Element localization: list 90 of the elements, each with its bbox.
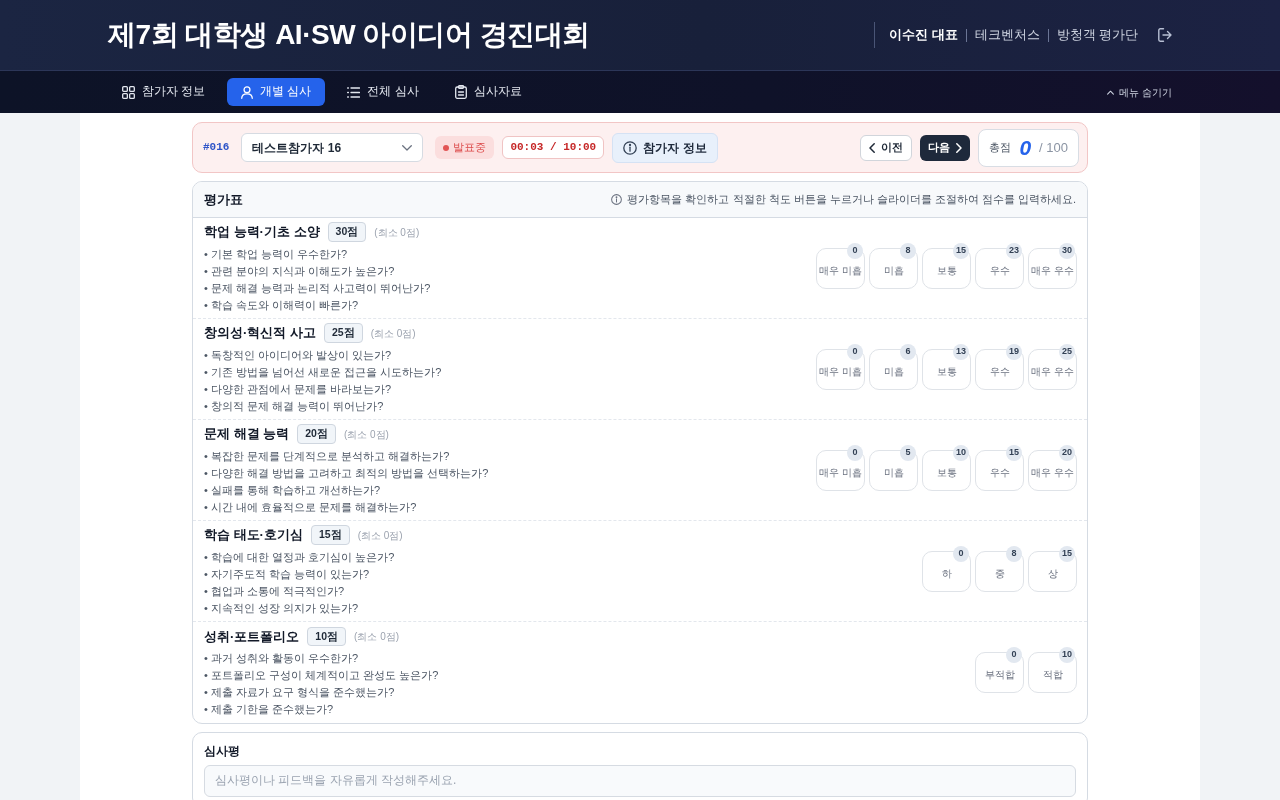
total-label: 총점 [989,140,1012,156]
company-name: 테크벤처스 [965,28,1048,42]
evaluation-hint: 평가항목을 확인하고 적절한 척도 버튼을 누르거나 슬라이더를 조절하여 점수를 입력하세요. [627,192,1076,208]
chevron-left-icon [869,142,876,153]
criterion-title: 문제 해결 능력 [204,425,290,444]
next-button[interactable]: 다음 [920,134,971,161]
minimum-score: (최소 0점) [374,225,420,240]
criterion-question: • 다양한 해결 방법을 고려하고 최적의 방법을 선택하는가? [204,465,489,481]
points-tag: 25점 [323,323,363,343]
logout-icon[interactable] [1158,28,1172,42]
person-icon [241,85,254,99]
criterion-question: • 제출 기한을 준수했는가? [204,702,335,718]
chevron-right-icon [956,142,963,153]
criterion-question: • 창의적 문제 해결 능력이 뛰어난가? [204,398,385,414]
criterion-title: 성취·포트폴리오 [204,627,300,646]
score-value-badge: 5 [900,444,916,461]
clipboard-icon [454,85,467,99]
score-value-badge: 30 [1059,242,1075,259]
score-value-badge: 10 [953,444,969,461]
nav-tab[interactable]: 참가자 정보 [108,78,220,106]
total-score: 0 [1019,137,1032,158]
criterion-question: • 포트폴리오 구성이 체계적이고 완성도 높은가? [204,668,439,684]
score-value-badge: 20 [1059,444,1075,461]
criterion-question: • 다양한 관점에서 문제를 바라보는가? [204,381,393,397]
review-textarea[interactable]: 심사평이나 피드백을 자유롭게 작성해주세요. [204,765,1076,797]
score-value-badge: 0 [953,545,969,562]
score-value-badge: 8 [1006,545,1022,562]
score-value-badge: 0 [847,444,863,461]
score-value-badge: 6 [900,343,916,360]
score-value-badge: 10 [1059,647,1075,663]
criterion-question: • 독창적인 아이디어와 발상이 있는가? [204,347,393,363]
minimum-score: (최소 0점) [370,326,416,341]
points-tag: 20점 [297,424,336,444]
score-value-badge: 0 [847,242,863,259]
criterion-question: • 지속적인 성장 의지가 있는가? [204,600,360,616]
criterion-question: • 관련 분야의 지식과 이해도가 높은가? [204,263,396,279]
criterion-question: • 시간 내에 효율적으로 문제를 해결하는가? [204,499,418,515]
info-icon [623,140,638,155]
criterion-title: 학습 태도·호기심 [204,526,303,545]
page-title: 제7회 대학생 AI·SW 아이디어 경진대회 [108,18,590,52]
criterion-title: 창의성·혁신적 사고 [204,324,316,343]
nav-tab[interactable]: 전체 심사 [333,78,433,106]
nav-tab[interactable]: 심사자료 [440,78,536,106]
score-value-badge: 19 [1006,343,1022,360]
previous-button[interactable]: 이전 [860,134,913,161]
info-icon [611,194,623,205]
evaluation-title: 평가표 [204,190,243,209]
score-value-badge: 0 [1006,647,1022,663]
score-value-badge: 25 [1059,343,1075,360]
user-role: 방청객 평가단 [1047,28,1146,42]
minimum-score: (최소 0점) [343,427,389,442]
score-value-badge: 15 [1006,444,1022,461]
score-value-badge: 13 [953,343,969,360]
criterion-question: • 기존 방법을 넘어선 새로운 접근을 시도하는가? [204,364,442,380]
chevron-down-icon [402,144,413,151]
criterion-question: • 자기주도적 학습 능력이 있는가? [204,566,371,582]
participant-number: #016 [203,140,230,156]
criterion-question: • 제출 자료가 요구 형식을 준수했는가? [204,685,396,701]
criterion-question: • 기본 학업 능력이 우수한가? [204,246,349,262]
participant-info-button[interactable]: 참가자 정보 [612,132,718,163]
criterion-question: • 문제 해결 능력과 논리적 사고력이 뛰어난가? [204,280,431,296]
grid-icon [122,85,135,99]
criterion-question: • 학습 속도와 이해력이 빠른가? [204,297,360,313]
points-tag: 15점 [310,525,350,545]
nav-tab[interactable]: 개별 심사 [227,78,326,106]
caret-up-icon [1107,89,1115,95]
score-value-badge: 15 [1059,545,1075,562]
hide-menu-button[interactable]: 메뉴 숨기기 [1107,84,1172,100]
list-icon [347,86,361,98]
minimum-score: (최소 0점) [354,630,400,644]
minimum-score: (최소 0점) [357,528,403,543]
criterion-question: • 과거 성취와 활동이 우수한가? [204,651,360,667]
points-tag: 30점 [327,222,367,242]
points-tag: 10점 [307,626,347,647]
criterion-question: • 복잡한 문제를 단계적으로 분석하고 해결하는가? [204,448,451,464]
score-value-badge: 15 [953,242,969,259]
status-badge: 발표중 [435,136,495,159]
score-value-badge: 8 [900,242,916,259]
criterion-question: • 실패를 통해 학습하고 개선하는가? [204,482,382,498]
participant-select[interactable]: 테스트참가자 16 [241,133,424,162]
criterion-question: • 학습에 대한 열정과 호기심이 높은가? [204,549,396,565]
review-title: 심사평 [204,743,241,760]
status-dot-icon [443,144,450,151]
total-max: / 100 [1039,138,1068,157]
criterion-question: • 협업과 소통에 적극적인가? [204,583,346,599]
score-value-badge: 0 [847,343,863,360]
score-value-badge: 23 [1006,242,1022,259]
criterion-title: 학업 능력·기초 소양 [204,223,320,242]
timer-display: 00:03 / 10:00 [502,136,605,159]
user-name: 이수진 대표 [889,28,959,42]
